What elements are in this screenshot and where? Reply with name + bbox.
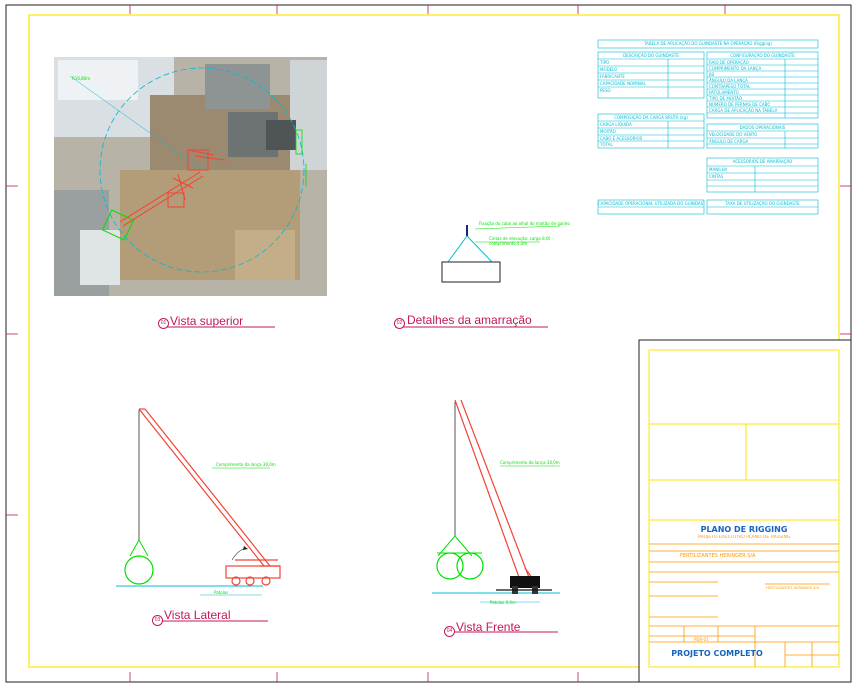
table-config-row: COMPRIMENTO DA LANÇA (709, 66, 762, 71)
table-load-row: CABO E ACESSÓRIOS (600, 136, 643, 141)
side-boom-note: Comprimento da lança 30,0m (216, 462, 276, 467)
side-ground-note: Patolas (214, 590, 229, 595)
table-capacity-title: CAPACIDADE OPERACIONAL UTILIZADA DO GUIN… (598, 201, 704, 206)
view-label-top: Vista superior (170, 314, 244, 328)
view-number-front: 04 (444, 626, 455, 637)
rigging-note-2: Cintas de elevação: carga 8,0t - comprim… (489, 236, 553, 246)
drawing-code: PDR-01 (694, 637, 709, 642)
plan-title: PLANO DE RIGGING (700, 525, 788, 534)
view-number-side: 03 (152, 615, 163, 626)
table-crane-row: FABRICANTE (600, 74, 625, 79)
radius-note: R16,80m (72, 76, 90, 81)
table-operational-title: DADOS OPERACIONAIS (739, 125, 786, 130)
view-label-side: Vista Lateral (164, 608, 231, 622)
project-name: PROJETO COMPLETO (671, 649, 763, 658)
table-crane-title: DESCRIÇÃO DO GUINDASTE (623, 53, 679, 58)
front-view (432, 399, 560, 603)
table-utilization-title: TAXA DE UTILIZAÇÃO DO GUINDASTE (725, 201, 800, 206)
rigging-detail (441, 225, 561, 283)
side-view (116, 408, 281, 596)
rigging-note-1: Fixação do cabo ao olhal do moitão de ga… (479, 221, 570, 226)
view-number-top: 01 (158, 318, 169, 329)
table-accessories-row: MANILHA (709, 167, 728, 172)
table-config-row: JIB (709, 72, 715, 77)
table-config-row: NÚMERO DE PERNAS DE CABO (709, 102, 771, 107)
table-accessories-title: ACESSÓRIOS DE AMARRAÇÃO (732, 159, 793, 164)
front-ground-note: Patolas 6,0m (490, 600, 516, 605)
company-name-right: FERTILIZANTES HERINGER S/A (766, 586, 819, 590)
table-accessories-row: CINTAS (709, 174, 724, 179)
table-config-row: CARGA DE APLICAÇÃO NA TABELA (709, 108, 778, 113)
table-load-row: TOTAL (600, 142, 613, 147)
table-config-title: CONFIGURAÇÃO DO GUINDASTE (730, 53, 795, 58)
table-load-row: MOITÃO (600, 129, 616, 134)
table-load-row: CARGA LÍQUIDA (600, 122, 632, 127)
table-main-title: TABELA DE APLICAÇÃO DO GUINDASTE NA OPER… (644, 41, 772, 46)
top-view: R16,80m (54, 57, 327, 296)
table-config-row: ÂNGULO DA LANÇA (709, 78, 748, 83)
table-crane-row: MODELO (600, 67, 618, 72)
view-number-rigging: 02 (394, 318, 405, 329)
table-crane-row: TIPO (600, 60, 610, 65)
table-crane-row: PESO (600, 88, 611, 93)
table-config-row: CONTRAPESO TOTAL (709, 84, 751, 89)
front-boom-note: Comprimento da lança 30,0m (500, 460, 560, 465)
plan-subtitle: PROJETO EXECUTIVO PLANO DE RIGGING (697, 535, 791, 540)
table-operational-row: ÂNGULO DE CARGA (709, 139, 749, 144)
table-operational-row: VELOCIDADE DO VENTO (709, 132, 758, 137)
table-crane-row: CAPACIDADE NOMINAL (600, 81, 646, 86)
table-config-row: RAIO DE OPERAÇÃO (709, 60, 749, 65)
view-label-front: Vista Frente (456, 620, 521, 634)
table-load-title: COMPOSIÇÃO DA CARGA BRUTA (kg) (614, 115, 688, 120)
company-name: FERTILIZANTES HERINGER S/A (680, 553, 756, 559)
view-label-rigging: Detalhes da amarração (407, 313, 532, 327)
table-config-row: TIPO DE MOITÃO (709, 96, 743, 101)
table-config-row: PATOLAMENTO (709, 90, 739, 95)
